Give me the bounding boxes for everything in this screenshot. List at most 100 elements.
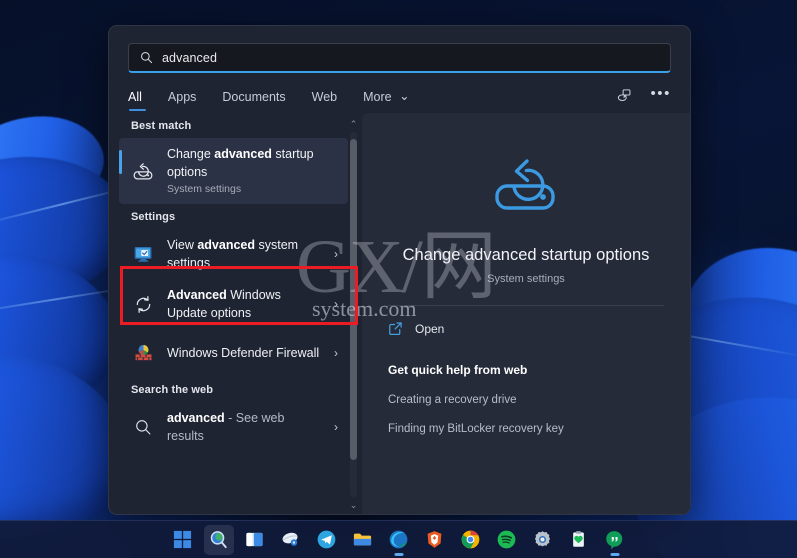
section-header-search-the-web: Search the web [131, 384, 214, 396]
taskbar-item-settings[interactable] [528, 525, 558, 555]
tab-web[interactable]: Web [312, 90, 337, 113]
recovery-drive-icon [130, 158, 156, 184]
result-item-title: Change advanced startup options [167, 147, 314, 179]
result-item-web-search-advanced[interactable]: advanced - See web results › [119, 402, 348, 452]
result-item-view-advanced-system-settings[interactable]: View advanced system settings › [119, 229, 348, 279]
title-prefix: Windows Defender Firewall [167, 346, 320, 360]
section-header-best-match: Best match [131, 120, 192, 132]
telegram-icon [317, 530, 336, 549]
help-link-bitlocker-recovery-key[interactable]: Finding my BitLocker recovery key [388, 423, 666, 435]
title-match: advanced [167, 411, 225, 425]
preview-title: Change advanced startup options [402, 246, 650, 264]
taskbar [0, 520, 797, 558]
open-button-label: Open [415, 321, 445, 336]
quick-help-heading: Get quick help from web [388, 363, 528, 377]
tab-documents[interactable]: Documents [222, 90, 285, 113]
result-item-title: Advanced Windows Update options [167, 288, 281, 320]
search-icon [130, 414, 156, 440]
feedback-icon[interactable] [616, 87, 633, 104]
search-icon [141, 52, 153, 64]
taskbar-item-google-chrome[interactable] [456, 525, 486, 555]
result-item-subtitle: System settings [167, 183, 242, 195]
result-item-text: Change advanced startup options System s… [167, 145, 342, 197]
tab-more-label: More [363, 90, 392, 104]
hangouts-icon [606, 531, 623, 550]
recovery-drive-icon [495, 159, 555, 210]
file-explorer-icon [353, 533, 372, 546]
windows-search-panel: advanced All Apps Documents Web More ⌄ •… [108, 25, 691, 515]
tab-more[interactable]: More ⌄ [363, 89, 409, 113]
chevron-right-icon[interactable]: › [334, 297, 342, 311]
taskbar-item-brave[interactable] [420, 525, 450, 555]
result-item-text: advanced - See web results [167, 409, 323, 445]
result-item-title: Windows Defender Firewall [167, 346, 319, 360]
tab-apps[interactable]: Apps [168, 90, 197, 113]
searchbox-container: advanced [109, 26, 690, 73]
widgets-icon [282, 532, 298, 546]
search-icon [210, 531, 227, 549]
taskbar-item-microsoft-edge[interactable] [384, 525, 414, 555]
result-item-change-advanced-startup-options[interactable]: Change advanced startup options System s… [119, 138, 348, 204]
task-view-icon [246, 532, 263, 547]
chevron-right-icon[interactable]: › [334, 420, 342, 434]
chevron-right-icon[interactable]: › [334, 247, 342, 261]
start-button-icon [173, 530, 192, 549]
taskbar-item-search[interactable] [203, 524, 234, 555]
taskbar-item-spotify[interactable] [492, 525, 522, 555]
result-item-title: View advanced system settings [167, 238, 298, 270]
taskbar-item-chat[interactable] [600, 525, 630, 555]
title-match: Advanced [167, 288, 227, 302]
result-item-advanced-windows-update-options[interactable]: Advanced Windows Update options › [119, 279, 348, 329]
taskbar-item-file-explorer[interactable] [348, 525, 378, 555]
windows-defender-firewall-icon [130, 340, 156, 366]
search-results-column: Best match Change advanced startup optio… [109, 113, 362, 514]
taskbar-item-telegram[interactable] [312, 525, 342, 555]
search-input[interactable]: advanced [128, 43, 671, 73]
scrollbar-track[interactable] [350, 132, 357, 497]
tabbar-actions: ••• [616, 86, 671, 104]
spotify-icon [497, 530, 516, 549]
brave-browser-icon [427, 531, 442, 548]
more-options-icon[interactable]: ••• [650, 86, 671, 102]
tab-all-label: All [128, 90, 142, 104]
scroll-down-icon[interactable]: ⌄ [350, 500, 358, 510]
windows-update-icon [130, 291, 156, 317]
search-results-list: Best match Change advanced startup optio… [119, 113, 348, 514]
open-external-icon [389, 322, 402, 336]
section-header-settings: Settings [131, 211, 176, 223]
result-item-text: View advanced system settings [167, 236, 323, 272]
results-scrollbar[interactable]: ⌃ ⌄ [347, 119, 360, 510]
result-item-text: Windows Defender Firewall [167, 344, 323, 362]
result-item-text: Advanced Windows Update options [167, 286, 323, 322]
preview-subtitle: System settings [487, 273, 565, 285]
title-prefix: View [167, 238, 198, 252]
google-chrome-icon [461, 530, 480, 549]
result-item-windows-defender-firewall[interactable]: Windows Defender Firewall › [119, 329, 348, 377]
taskbar-item-clipboard[interactable] [564, 525, 594, 555]
scroll-up-icon[interactable]: ⌃ [350, 119, 358, 129]
tab-documents-label: Documents [222, 90, 286, 104]
tab-apps-label: Apps [167, 90, 197, 104]
preview-hero: Change advanced startup options System s… [386, 139, 666, 285]
title-prefix: Change [167, 147, 215, 161]
tab-web-label: Web [311, 90, 338, 104]
search-preview-pane: Change advanced startup options System s… [362, 113, 690, 514]
taskbar-item-start[interactable] [168, 525, 198, 555]
chevron-right-icon[interactable]: › [334, 346, 342, 360]
microsoft-edge-icon [389, 530, 408, 549]
taskbar-item-task-view[interactable] [240, 525, 270, 555]
chevron-down-icon: ⌄ [399, 89, 410, 103]
open-action-row[interactable]: Open [386, 306, 666, 336]
clipboard-icon [573, 531, 584, 547]
taskbar-item-widgets[interactable] [276, 525, 306, 555]
title-match: advanced [197, 238, 256, 252]
scrollbar-thumb[interactable] [350, 139, 357, 461]
result-item-title: advanced - See web results [167, 411, 284, 443]
system-properties-icon [130, 241, 156, 267]
help-link-creating-recovery-drive[interactable]: Creating a recovery drive [388, 394, 666, 406]
tab-all[interactable]: All [128, 90, 146, 113]
search-panel-body: Best match Change advanced startup optio… [109, 113, 690, 514]
settings-gear-icon [534, 531, 551, 547]
search-filter-tabs: All Apps Documents Web More ⌄ ••• [109, 73, 690, 113]
search-input-value: advanced [162, 50, 218, 65]
